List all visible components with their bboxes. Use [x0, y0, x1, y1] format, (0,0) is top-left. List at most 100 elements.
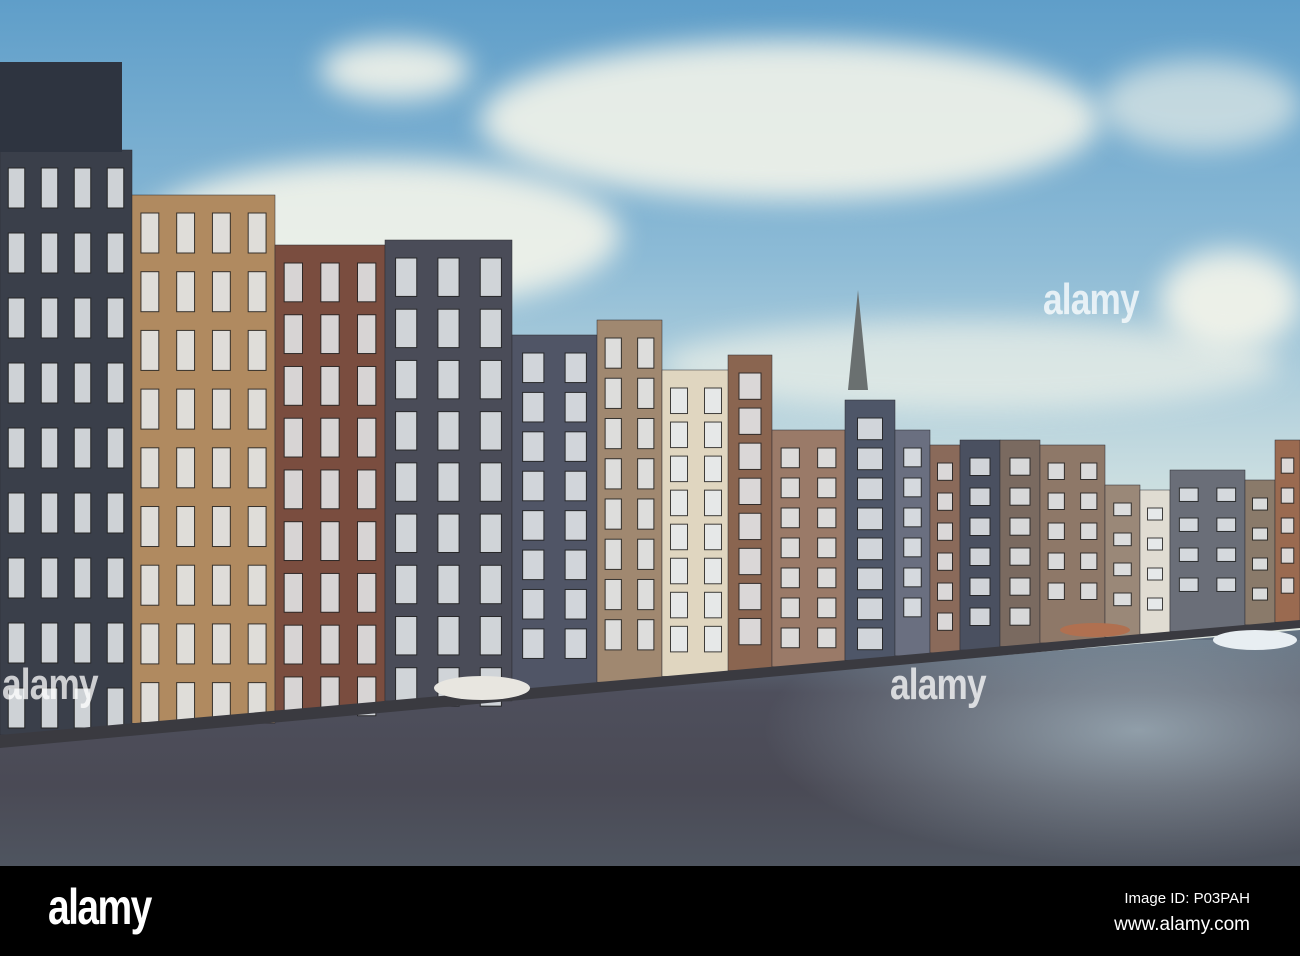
rooftop-glass — [0, 62, 122, 152]
window — [522, 431, 545, 462]
window — [357, 314, 377, 355]
window — [211, 447, 231, 489]
window — [670, 387, 688, 415]
window — [395, 308, 418, 349]
window — [211, 564, 231, 606]
window — [969, 577, 991, 597]
window — [176, 623, 196, 665]
window — [1252, 557, 1268, 571]
window — [738, 442, 762, 470]
window — [283, 572, 303, 613]
window — [969, 457, 991, 477]
window — [437, 616, 460, 656]
photo: alamy alamy alamy — [0, 0, 1300, 866]
boat — [1213, 630, 1297, 650]
window — [670, 591, 688, 619]
window — [780, 627, 800, 649]
window — [140, 564, 160, 606]
window — [7, 492, 26, 534]
window — [780, 597, 800, 619]
window — [73, 427, 92, 469]
window — [704, 421, 722, 449]
window — [357, 469, 377, 510]
window — [1113, 592, 1132, 607]
window — [176, 682, 196, 724]
window — [7, 427, 26, 469]
window — [704, 387, 722, 415]
window — [738, 372, 762, 400]
window — [857, 477, 883, 501]
window — [320, 572, 340, 613]
window — [903, 447, 922, 468]
window — [604, 458, 622, 490]
window — [140, 271, 160, 313]
window — [176, 212, 196, 254]
window — [283, 262, 303, 303]
window — [637, 619, 655, 651]
window — [40, 427, 59, 469]
window — [704, 455, 722, 483]
window — [479, 257, 502, 297]
window — [73, 232, 92, 274]
watermark: alamy — [890, 660, 987, 709]
window — [106, 297, 125, 339]
window — [437, 411, 460, 451]
window — [637, 498, 655, 530]
window — [1009, 607, 1031, 626]
window — [903, 477, 922, 498]
window — [564, 391, 587, 423]
window — [40, 362, 59, 404]
window — [1216, 517, 1237, 532]
window — [320, 521, 340, 562]
window — [7, 167, 26, 209]
window — [106, 362, 125, 404]
window — [817, 477, 837, 499]
image-id: Image ID: P03PAH — [1124, 890, 1250, 907]
window — [1280, 457, 1295, 474]
window — [1280, 517, 1295, 534]
window — [937, 522, 953, 541]
window — [7, 297, 26, 339]
window — [564, 470, 587, 502]
window — [7, 557, 26, 599]
window — [1178, 487, 1199, 502]
window — [106, 427, 125, 469]
window — [320, 314, 340, 355]
window — [479, 513, 502, 553]
window — [140, 447, 160, 489]
window — [780, 477, 800, 499]
window — [437, 462, 460, 502]
window — [40, 622, 59, 664]
window — [704, 557, 722, 585]
window — [247, 388, 267, 430]
window — [106, 232, 125, 274]
window — [437, 257, 460, 297]
window — [73, 167, 92, 209]
window — [479, 616, 502, 656]
window — [176, 564, 196, 606]
window — [937, 582, 953, 601]
window — [903, 537, 922, 558]
window — [1252, 497, 1268, 511]
window — [780, 507, 800, 529]
window — [1280, 487, 1295, 504]
window — [140, 388, 160, 430]
window — [738, 547, 762, 576]
window — [857, 537, 883, 561]
window — [7, 362, 26, 404]
window — [1080, 552, 1098, 570]
window — [857, 567, 883, 591]
window — [1080, 492, 1098, 510]
window — [969, 607, 991, 627]
window — [817, 597, 837, 619]
window — [522, 549, 545, 581]
window — [1147, 537, 1163, 551]
window — [357, 521, 377, 562]
window — [564, 628, 587, 659]
window — [969, 547, 991, 567]
window — [1009, 517, 1031, 536]
window — [1047, 522, 1065, 540]
window — [522, 588, 545, 620]
window — [522, 470, 545, 502]
canal-houses — [0, 62, 1300, 748]
